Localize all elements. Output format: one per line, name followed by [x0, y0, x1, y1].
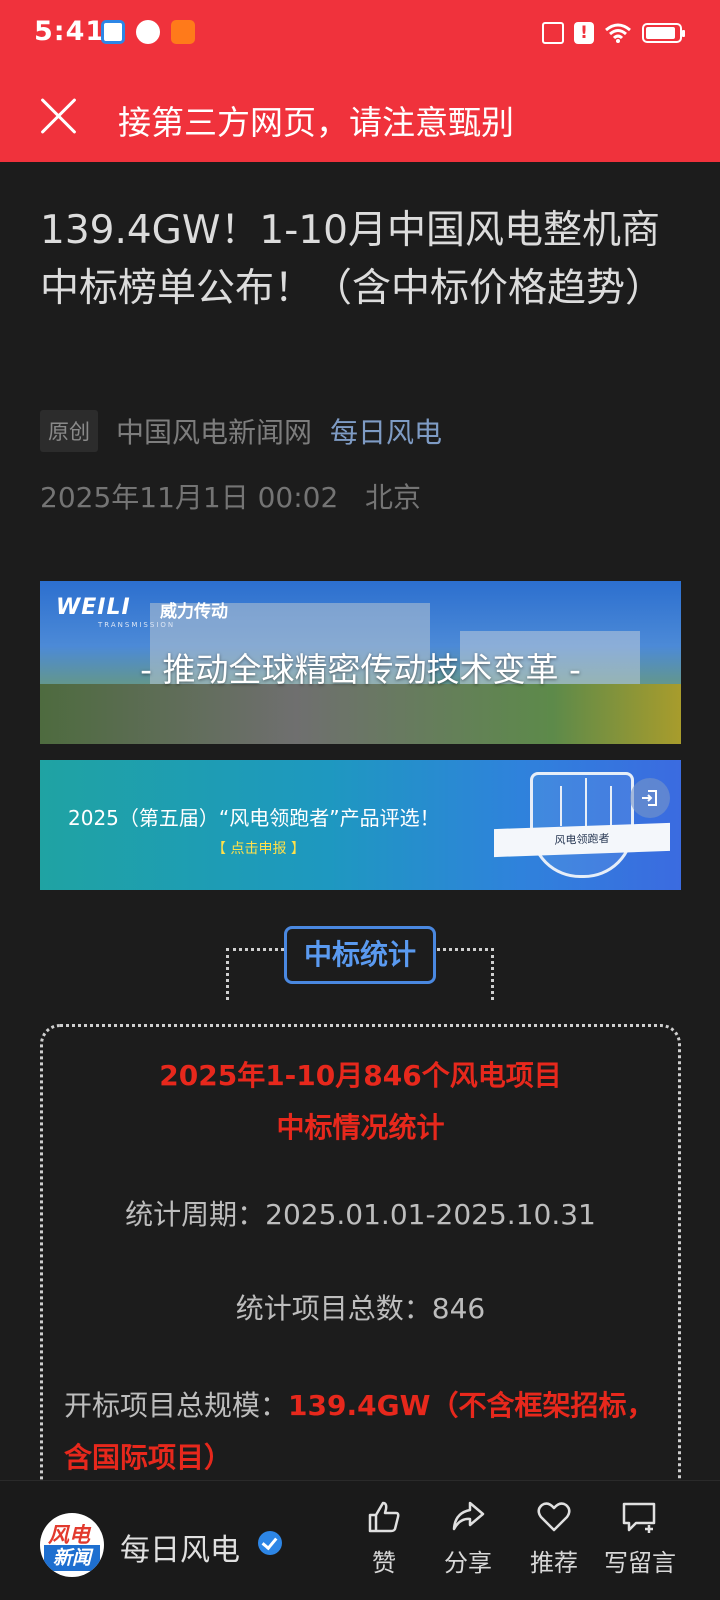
section-title: 中标统计: [284, 926, 436, 984]
alert-icon: !: [574, 22, 594, 44]
share-label: 分享: [444, 1549, 492, 1577]
stats-heading: 2025年1-10月846个风电项目 中标情况统计: [40, 1050, 681, 1154]
turbine-icon: [585, 778, 587, 826]
banner-ground: [40, 684, 681, 744]
turbine-icon: [610, 786, 612, 826]
comment-button[interactable]: 写留言: [600, 1499, 680, 1578]
original-tag: 原创: [40, 410, 98, 452]
stats-heading-line1: 2025年1-10月846个风电项目: [159, 1059, 562, 1092]
top-bar: 5:41 ! 接第三方网页，请注意甄别: [0, 0, 720, 162]
recommend-label: 推荐: [530, 1549, 578, 1577]
award-text: 2025（第五届）“风电领跑者”产品评选！: [68, 806, 440, 830]
comment-icon: [622, 1502, 656, 1533]
stats-count: 统计项目总数：846: [235, 1292, 486, 1325]
header-title: 接第三方网页，请注意甄别: [118, 103, 514, 142]
verified-icon: [258, 1531, 282, 1555]
account-avatar[interactable]: 风电 新闻: [40, 1513, 104, 1577]
ad-banner-award[interactable]: 2025（第五届）“风电领跑者”产品评选！ 【 点击申报 】 风电领跑者: [40, 760, 681, 890]
publish-date: 2025年11月1日 00:02: [40, 481, 339, 514]
article-title: 139.4GW！1-10月中国风电整机商中标榜单公布！（含中标价格趋势）: [40, 208, 665, 311]
turbine-icon: [560, 786, 562, 826]
thumbs-up-icon: [368, 1501, 400, 1533]
banner-slogan: - 推动全球精密传动技术变革 -: [140, 650, 581, 689]
status-time: 5:41: [34, 16, 106, 47]
security-app-icon: [101, 20, 125, 44]
stats-period: 统计周期：2025.01.01-2025.10.31: [125, 1198, 596, 1231]
weili-logo-sub: TRANSMISSION: [98, 621, 176, 629]
news-app-icon: [136, 20, 160, 44]
share-icon: [452, 1501, 485, 1531]
publish-info: 2025年11月1日 00:02 北京: [40, 476, 421, 516]
publish-location: 北京: [365, 481, 422, 514]
weili-logo: WEILI: [56, 595, 131, 620]
comment-label: 写留言: [604, 1549, 676, 1577]
heart-icon: [537, 1502, 571, 1532]
stats-heading-line2: 中标情况统计: [276, 1111, 445, 1144]
ad-banner-weili[interactable]: WEILI 威力传动 TRANSMISSION - 推动全球精密传动技术变革 -: [40, 581, 681, 744]
bottom-bar: 风电 新闻 每日风电 赞 分享 推荐 写留言: [0, 1480, 720, 1600]
wifi-icon: [605, 23, 631, 43]
award-badge: 风电领跑者: [494, 822, 670, 858]
stats-scale-label: 开标项目总规模：: [64, 1389, 289, 1422]
battery-icon: [642, 23, 685, 43]
close-icon[interactable]: [40, 97, 78, 135]
share-button[interactable]: 分享: [428, 1499, 508, 1578]
article-source: 中国风电新闻网: [116, 416, 313, 449]
system-icons: !: [542, 20, 685, 46]
weili-logo-cn: 威力传动: [160, 602, 228, 622]
recommend-button[interactable]: 推荐: [514, 1499, 594, 1578]
apply-link[interactable]: 【 点击申报 】: [212, 838, 305, 858]
stats-scale: 开标项目总规模：139.4GW（不含框架招标，含国际项目）: [64, 1380, 664, 1484]
author-link[interactable]: 每日风电: [330, 411, 442, 451]
account-name[interactable]: 每日风电: [120, 1525, 240, 1569]
status-bar: 5:41 !: [0, 0, 720, 66]
vibrate-icon: [542, 22, 564, 44]
avatar-line2: 新闻: [44, 1545, 100, 1571]
open-external-icon[interactable]: [630, 778, 670, 818]
article-meta: 原创 中国风电新闻网 每日风电: [40, 410, 442, 452]
like-label: 赞: [372, 1549, 396, 1577]
like-button[interactable]: 赞: [344, 1499, 424, 1578]
telegram-app-icon: [171, 20, 195, 44]
